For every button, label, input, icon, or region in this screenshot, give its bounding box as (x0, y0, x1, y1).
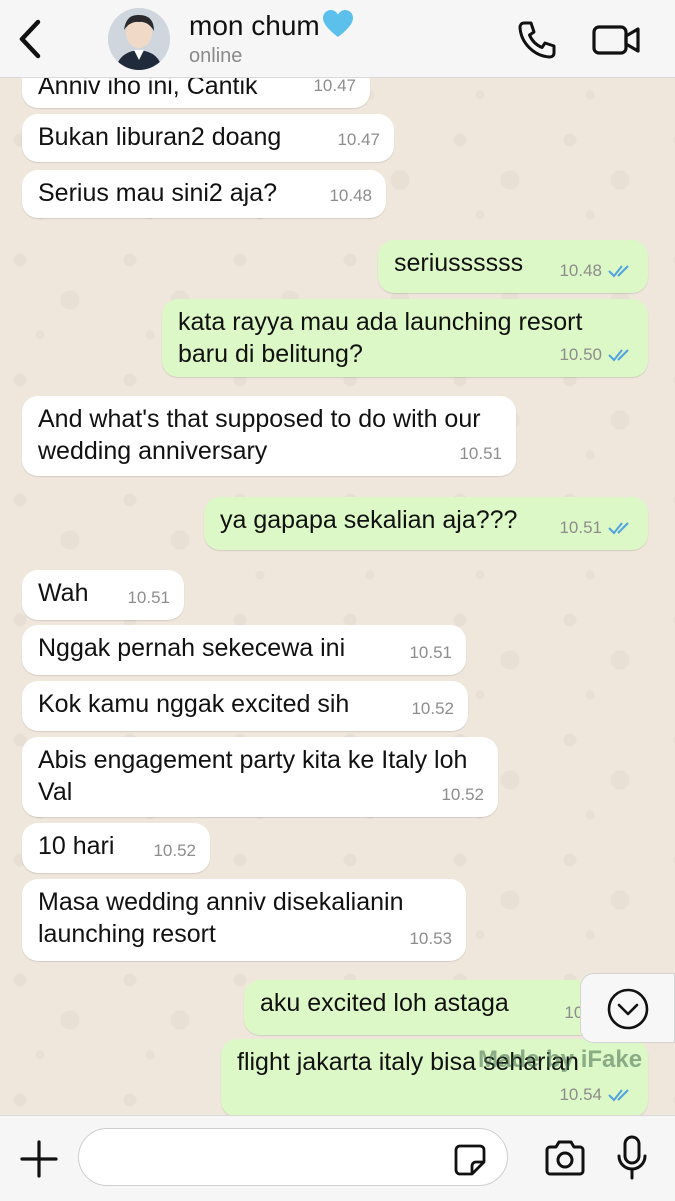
message-text: seriussssss (394, 249, 524, 277)
message-bubble[interactable]: Wah 10.51 (22, 570, 184, 620)
message-text: ya gapapa sekalian aja??? (220, 506, 518, 534)
message-text: Wah (38, 579, 89, 607)
phone-icon (518, 21, 556, 59)
message-bubble[interactable]: Bukan liburan2 doang 10.47 (22, 114, 394, 162)
video-camera-icon (592, 25, 640, 55)
voice-call-button[interactable] (515, 18, 559, 62)
message-time: 10.48 (559, 255, 634, 287)
contact-status: online (189, 45, 243, 67)
chat-header: mon chum online (0, 0, 675, 78)
sticker-icon (454, 1144, 486, 1176)
contact-name[interactable]: mon chum (189, 10, 354, 42)
message-time: 10.50 (559, 339, 634, 371)
message-bubble[interactable]: 10 hari 10.52 (22, 823, 210, 873)
message-bubble[interactable]: seriussssss 10.48 (378, 240, 648, 293)
message-text: Abis engagement party kita ke Italy loh … (38, 746, 468, 806)
message-time: 10.51 (127, 588, 170, 607)
message-bubble[interactable]: kata rayya mau ada launching resort baru… (162, 299, 648, 377)
message-text: 10 hari (38, 832, 115, 860)
message-input[interactable] (78, 1128, 508, 1186)
camera-icon (545, 1140, 585, 1176)
message-bubble[interactable]: Serius mau sini2 aja? 10.48 (22, 170, 386, 218)
message-time: 10.52 (153, 841, 196, 860)
message-bubble[interactable]: Kok kamu nggak excited sih 10.52 (22, 681, 468, 731)
blue-heart-icon (322, 10, 353, 37)
double-check-icon (608, 1089, 629, 1102)
message-bubble[interactable]: Anniv iho ini, Cantik 10.47 (22, 77, 370, 108)
message-time: 10.47 (337, 130, 380, 149)
message-bubble[interactable]: Nggak pernah sekecewa ini 10.51 (22, 625, 466, 675)
message-bubble[interactable]: And what's that supposed to do with our … (22, 396, 516, 476)
message-text: aku excited loh astaga (260, 989, 509, 1017)
double-check-icon (608, 265, 629, 278)
message-text: Serius mau sini2 aja? (38, 179, 278, 207)
message-text: And what's that supposed to do with our … (38, 405, 481, 465)
double-check-icon (608, 522, 629, 535)
message-text: Nggak pernah sekecewa ini (38, 634, 346, 662)
double-check-icon (608, 349, 629, 362)
message-time: 10.54 (559, 1079, 634, 1111)
video-call-button[interactable] (590, 18, 644, 62)
message-text: Masa wedding anniv disekalianin launchin… (38, 888, 404, 948)
scroll-to-bottom-button[interactable] (580, 973, 675, 1043)
message-time: 10.53 (409, 929, 452, 948)
message-time: 10.47 (313, 77, 356, 95)
voice-message-button[interactable] (612, 1134, 652, 1184)
message-time: 10.52 (441, 785, 484, 804)
scroll-down-chevron-icon (607, 988, 649, 1030)
message-text: Anniv iho ini, Cantik (38, 77, 258, 100)
camera-button[interactable] (543, 1138, 587, 1178)
contact-name-text: mon chum (189, 10, 320, 41)
compose-bar (0, 1115, 675, 1201)
message-time: 10.48 (329, 186, 372, 205)
contact-avatar[interactable] (108, 8, 170, 70)
watermark: Made by iFake (478, 1046, 643, 1073)
back-chevron-icon (19, 19, 41, 59)
message-bubble[interactable]: Masa wedding anniv disekalianin launchin… (22, 879, 466, 961)
message-bubble[interactable]: Abis engagement party kita ke Italy loh … (22, 737, 498, 817)
message-time: 10.51 (409, 643, 452, 662)
sticker-button[interactable] (452, 1142, 488, 1178)
message-text: Kok kamu nggak excited sih (38, 690, 350, 718)
attach-button[interactable] (18, 1138, 60, 1180)
message-time: 10.51 (459, 444, 502, 463)
microphone-icon (617, 1135, 647, 1180)
message-text: kata rayya mau ada launching resort baru… (178, 308, 583, 368)
back-button[interactable] (8, 14, 52, 64)
message-bubble[interactable]: ya gapapa sekalian aja??? 10.51 (204, 497, 648, 550)
message-time: 10.52 (411, 699, 454, 718)
plus-icon (20, 1140, 58, 1178)
message-time: 10.51 (559, 512, 634, 544)
message-text: Bukan liburan2 doang (38, 123, 282, 151)
message-list[interactable]: Anniv iho ini, Cantik 10.47 Bukan libura… (0, 77, 675, 1115)
